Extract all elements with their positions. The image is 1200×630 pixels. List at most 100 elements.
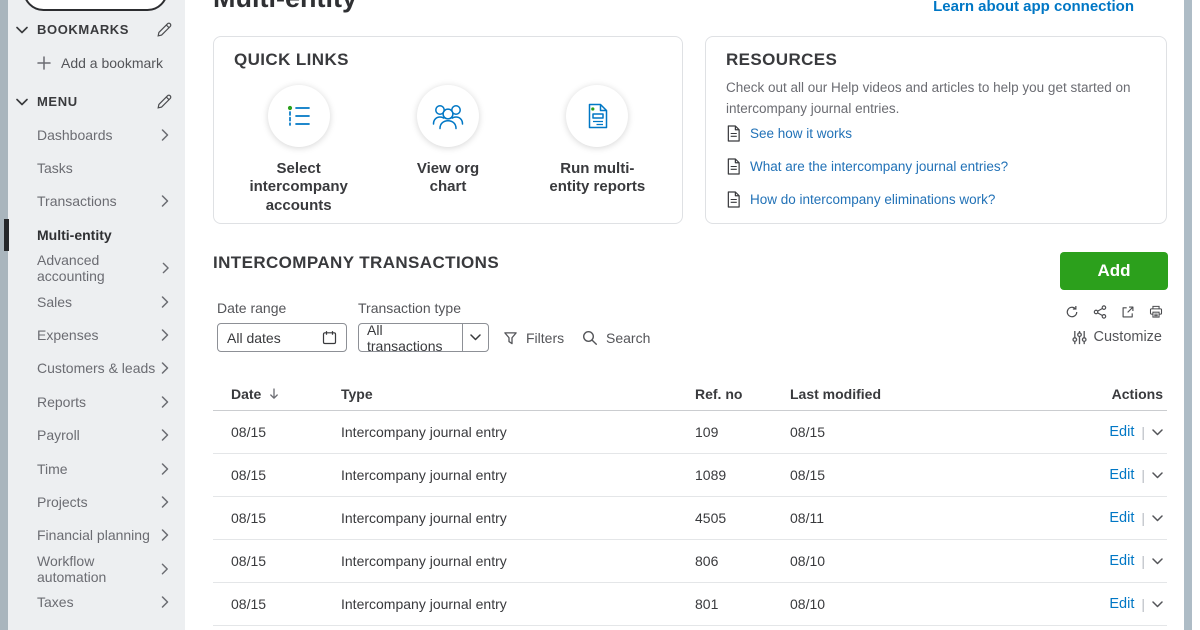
sidebar-item-taxes[interactable]: Taxes [0,585,185,618]
sliders-icon [1072,330,1087,345]
bookmarks-title: BOOKMARKS [37,22,129,37]
menu-title: MENU [37,94,78,109]
plus-icon [37,56,51,70]
calendar-icon [322,330,337,345]
sidebar: + New BOOKMARKS Add a bookmark MENU Dash… [0,0,185,630]
edit-link[interactable]: Edit [1109,510,1134,526]
customize-label: Customize [1094,329,1163,345]
transaction-type-select[interactable]: All transactions [358,323,489,352]
scrollbar[interactable] [1184,0,1192,630]
quick-link-select-intercompany-accounts[interactable]: Select intercompany accounts [229,85,369,215]
quick-link-view-org-chart[interactable]: View org chart [378,85,518,215]
sidebar-item-reports[interactable]: Reports [0,385,185,418]
chevron-right-icon [161,563,169,575]
accounts-list-icon [268,85,330,147]
add-bookmark-button[interactable]: Add a bookmark [37,55,163,71]
sidebar-item-financial-planning[interactable]: Financial planning [0,519,185,552]
sidebar-item-expenses[interactable]: Expenses [0,318,185,351]
column-header-type[interactable]: Type [341,386,695,402]
row-actions-dropdown-icon[interactable] [1152,601,1163,608]
add-button[interactable]: Add [1060,252,1168,290]
resource-link-see-how-it-works[interactable]: See how it works [726,123,1008,143]
column-header-date[interactable]: Date [231,386,341,402]
org-chart-icon [417,85,479,147]
row-actions-dropdown-icon[interactable] [1152,558,1163,565]
new-button[interactable]: + New [23,0,168,11]
resource-link-what-are-intercompany-journal-entries[interactable]: What are the intercompany journal entrie… [726,156,1008,176]
resources-title: RESOURCES [726,50,837,70]
chevron-down-icon [16,98,28,106]
chevron-right-icon [161,129,169,141]
chevron-right-icon [161,463,169,475]
document-icon [726,158,741,175]
chevron-right-icon [161,496,169,508]
select-dropdown-arrow[interactable] [462,324,488,351]
resources-description: Check out all our Help videos and articl… [726,78,1154,120]
sidebar-item-projects[interactable]: Projects [0,485,185,518]
bookmarks-section-header[interactable]: BOOKMARKS [16,21,173,38]
print-icon[interactable] [1149,305,1163,319]
customize-button[interactable]: Customize [1072,329,1163,345]
edit-link[interactable]: Edit [1109,467,1134,483]
sidebar-menu: Dashboards Tasks Transactions Multi-enti… [0,118,185,619]
filters-button[interactable]: Filters [503,330,564,346]
chevron-down-icon [470,334,481,341]
edit-menu-icon[interactable] [156,93,173,110]
sidebar-item-dashboards[interactable]: Dashboards [0,118,185,151]
table-row[interactable]: 08/15 Intercompany journal entry 801 08/… [213,583,1167,626]
sidebar-item-multi-entity[interactable]: Multi-entity [0,218,185,251]
sidebar-item-sales[interactable]: Sales [0,285,185,318]
table-row[interactable]: 08/15 Intercompany journal entry 806 08/… [213,540,1167,583]
search-icon [582,330,598,346]
sidebar-item-transactions[interactable]: Transactions [0,185,185,218]
chevron-right-icon [161,429,169,441]
resources-card: RESOURCES Check out all our Help videos … [705,36,1167,224]
sidebar-item-advanced-accounting[interactable]: Advanced accounting [0,252,185,285]
sidebar-item-payroll[interactable]: Payroll [0,419,185,452]
refresh-icon[interactable] [1065,305,1079,319]
table-row[interactable]: 08/15 Intercompany journal entry 4505 08… [213,497,1167,540]
intercompany-transactions-title: INTERCOMPANY TRANSACTIONS [213,253,499,273]
chevron-right-icon [161,596,169,608]
column-header-ref-no[interactable]: Ref. no [695,386,790,402]
chevron-right-icon [161,396,169,408]
share-icon[interactable] [1093,305,1107,319]
column-header-actions: Actions [1052,386,1167,402]
sidebar-item-workflow-automation[interactable]: Workflow automation [0,552,185,585]
table-header-row: Date Type Ref. no Last modified Actions [213,378,1167,411]
resource-link-how-do-intercompany-eliminations-work[interactable]: How do intercompany eliminations work? [726,189,1008,209]
sort-descending-icon [269,388,279,400]
row-actions-dropdown-icon[interactable] [1152,472,1163,479]
report-document-icon [566,85,628,147]
column-header-last-modified[interactable]: Last modified [790,386,1052,402]
sidebar-item-customers-leads[interactable]: Customers & leads [0,352,185,385]
document-icon [726,125,741,142]
quick-link-run-multi-entity-reports[interactable]: Run multi-entity reports [527,85,667,215]
table-row[interactable]: 08/15 Intercompany journal entry 1089 08… [213,454,1167,497]
edit-link[interactable]: Edit [1109,424,1134,440]
quick-links-card: QUICK LINKS Select intercompany accounts [213,36,683,224]
chevron-right-icon [162,262,169,274]
export-icon[interactable] [1121,305,1135,319]
date-range-input[interactable]: All dates [217,323,347,352]
search-button[interactable]: Search [582,330,650,346]
chevron-right-icon [161,195,169,207]
menu-section-header[interactable]: MENU [16,93,173,110]
date-range-label: Date range [217,300,286,316]
main-content: Multi-entity Learn about app connection … [185,0,1192,630]
table-row[interactable]: 08/15 Intercompany journal entry 109 08/… [213,411,1167,454]
edit-bookmarks-icon[interactable] [156,21,173,38]
edit-link[interactable]: Edit [1109,553,1134,569]
learn-about-app-connection-link[interactable]: Learn about app connection [933,0,1134,15]
transactions-table: Date Type Ref. no Last modified Actions … [213,378,1167,626]
row-actions-dropdown-icon[interactable] [1152,515,1163,522]
document-icon [726,191,741,208]
sidebar-item-tasks[interactable]: Tasks [0,151,185,184]
transaction-type-label: Transaction type [358,300,461,316]
row-actions-dropdown-icon[interactable] [1152,429,1163,436]
add-bookmark-label: Add a bookmark [61,55,163,71]
filter-funnel-icon [503,331,518,346]
quick-links-title: QUICK LINKS [234,50,349,70]
edit-link[interactable]: Edit [1109,596,1134,612]
sidebar-item-time[interactable]: Time [0,452,185,485]
